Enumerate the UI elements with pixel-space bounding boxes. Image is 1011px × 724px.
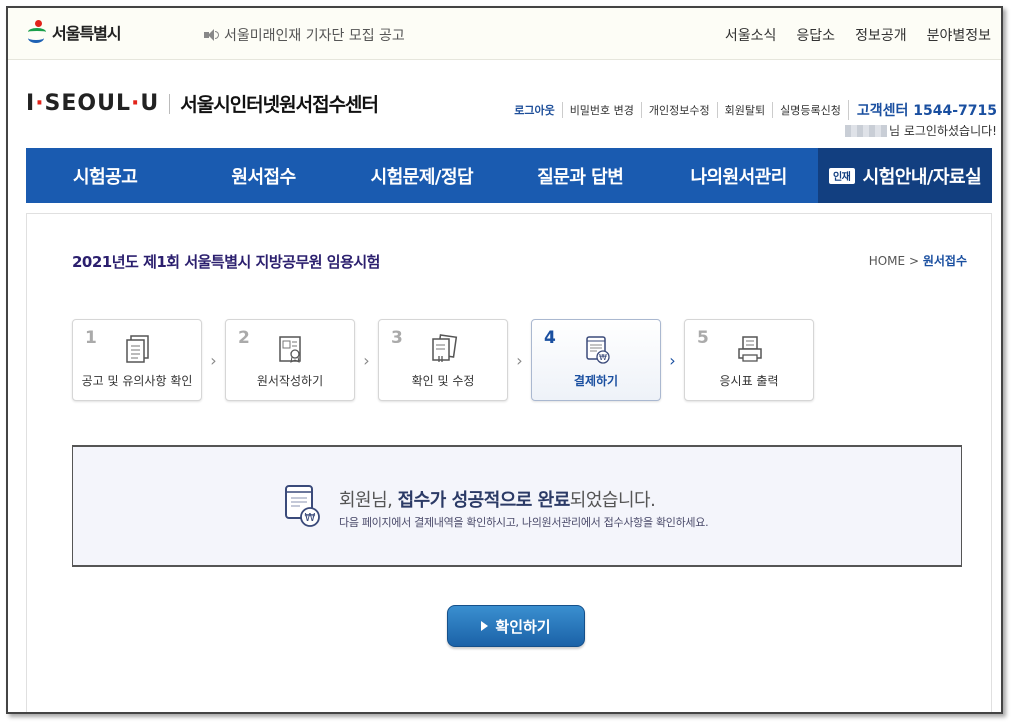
- step-number: 3: [391, 328, 403, 348]
- breadcrumb-current: 원서접수: [922, 254, 967, 268]
- step-number: 1: [85, 328, 97, 348]
- nav-application[interactable]: 원서접수: [184, 148, 342, 203]
- notice-ticker[interactable]: 서울미래인재 기자단 모집 공고: [204, 25, 405, 45]
- step-5: 5 응시표 출력: [684, 319, 814, 401]
- breadcrumb-separator: >: [908, 254, 919, 268]
- completion-prefix: 회원님,: [339, 490, 398, 511]
- step-number: 5: [697, 328, 709, 348]
- site-title: 서울시인터넷원서접수센터: [180, 94, 379, 116]
- step-label: 확인 및 수정: [411, 374, 475, 388]
- chevron-right-icon: ›: [210, 350, 217, 370]
- printer-icon: [738, 336, 762, 362]
- breadcrumb-home[interactable]: HOME: [869, 254, 905, 268]
- step-3: 3 확인 및 수정: [378, 319, 508, 401]
- speaker-icon: [204, 29, 219, 41]
- completion-message: 회원님, 접수가 성공적으로 완료되었습니다.: [339, 486, 656, 512]
- main-nav: 시험공고 원서접수 시험문제/정답 질문과 답변 나의원서관리 인재 시험안내/…: [26, 148, 992, 203]
- completion-panel: ₩ 회원님, 접수가 성공적으로 완료되었습니다. 다음 페이지에서 결제내역을…: [72, 445, 962, 567]
- id-card-icon: [279, 336, 301, 363]
- step-number: 4: [544, 328, 556, 348]
- nav-exam-notice[interactable]: 시험공고: [26, 148, 184, 203]
- nav-exam-guide-label: 시험안내/자료실: [862, 166, 982, 188]
- papers-check-icon: [432, 334, 458, 362]
- step-2: 2 원서작성하기: [225, 319, 355, 401]
- chevron-right-icon: ›: [669, 350, 676, 370]
- document-icon: [126, 335, 149, 363]
- top-link-info-disclosure[interactable]: 정보공개: [855, 25, 907, 45]
- brand-logo[interactable]: I·SEOUL·U 서울시인터넷원서접수센터: [26, 90, 379, 117]
- iseoulu-logo: I·SEOUL·U: [26, 91, 160, 116]
- step-label: 응시표 출력: [719, 374, 779, 388]
- inje-badge-icon: 인재: [828, 167, 855, 184]
- seoul-city-logo-text: 서울특별시: [52, 24, 122, 43]
- completion-subtext: 다음 페이지에서 결제내역을 확인하시고, 나의원서관리에서 접수사항을 확인하…: [339, 516, 709, 529]
- browser-frame: 서울특별시 서울미래인재 기자단 모집 공고 서울소식 응답소 정보공개 분야별…: [6, 6, 1003, 714]
- step-number: 2: [238, 328, 250, 348]
- seoul-city-logo[interactable]: 서울특별시: [26, 20, 122, 44]
- edit-profile-link[interactable]: 개인정보수정: [640, 102, 717, 118]
- withdraw-link[interactable]: 회원탈퇴: [716, 102, 772, 118]
- logout-link[interactable]: 로그아웃: [507, 102, 561, 118]
- blurred-username: [845, 124, 887, 137]
- completion-suffix: 되었습니다.: [569, 490, 656, 511]
- seoul-emblem-icon: [26, 20, 48, 44]
- chevron-right-icon: ›: [363, 350, 370, 370]
- change-password-link[interactable]: 비밀번호 변경: [561, 102, 641, 118]
- account-links: 로그아웃 비밀번호 변경 개인정보수정 회원탈퇴 실명등록신청 고객센터 154…: [507, 100, 997, 120]
- svg-text:₩: ₩: [599, 353, 607, 362]
- site-header: I·SEOUL·U 서울시인터넷원서접수센터 로그아웃 비밀번호 변경 개인정보…: [8, 60, 1001, 148]
- play-arrow-icon: [481, 621, 489, 631]
- step-label: 공고 및 유의사항 확인: [81, 374, 193, 388]
- svg-text:₩: ₩: [305, 511, 316, 524]
- utility-bar: 서울특별시 서울미래인재 기자단 모집 공고 서울소식 응답소 정보공개 분야별…: [8, 8, 1001, 60]
- real-name-register-link[interactable]: 실명등록신청: [772, 102, 848, 118]
- step-label: 원서작성하기: [256, 374, 324, 388]
- welcome-text: 님 로그인하셨습니다!: [889, 124, 997, 138]
- confirm-button-label: 확인하기: [495, 617, 551, 636]
- step-label: 결제하기: [573, 374, 619, 388]
- step-1: 1 공고 및 유의사항 확인: [72, 319, 202, 401]
- nav-qna[interactable]: 질문과 답변: [501, 148, 659, 203]
- main-content: 2021년도 제1회 서울특별시 지방공무원 임용시험 HOME > 원서접수 …: [26, 213, 992, 712]
- top-links: 서울소식 응답소 정보공개 분야별정보: [725, 25, 991, 45]
- completion-emphasis: 접수가 성공적으로 완료: [397, 490, 571, 511]
- notice-text[interactable]: 서울미래인재 기자단 모집 공고: [224, 25, 405, 45]
- nav-exam-guide[interactable]: 인재 시험안내/자료실: [817, 148, 992, 203]
- welcome-message: 님 로그인하셨습니다!: [845, 122, 997, 139]
- page-title: 2021년도 제1회 서울특별시 지방공무원 임용시험: [72, 253, 380, 271]
- breadcrumb: HOME > 원서접수: [869, 252, 967, 269]
- top-link-seoul-news[interactable]: 서울소식: [725, 25, 777, 45]
- top-link-field-info[interactable]: 분야별정보: [927, 25, 991, 45]
- nav-my-applications[interactable]: 나의원서관리: [659, 148, 817, 203]
- step-indicator: 1 공고 및 유의사항 확인 › 2 원서작성하기 › 3 확인 및 수정 › …: [72, 319, 814, 401]
- call-center: 고객센터 1544-7715: [847, 100, 997, 120]
- nav-exam-answers[interactable]: 시험문제/정답: [343, 148, 501, 203]
- chevron-right-icon: ›: [516, 350, 523, 370]
- top-link-response[interactable]: 응답소: [796, 25, 835, 45]
- confirm-button[interactable]: 확인하기: [447, 605, 585, 647]
- payment-icon: ₩: [586, 336, 610, 364]
- payment-complete-icon: ₩: [285, 485, 320, 527]
- step-4-active: 4 ₩ 결제하기: [531, 319, 661, 401]
- brand-divider: [169, 93, 171, 114]
